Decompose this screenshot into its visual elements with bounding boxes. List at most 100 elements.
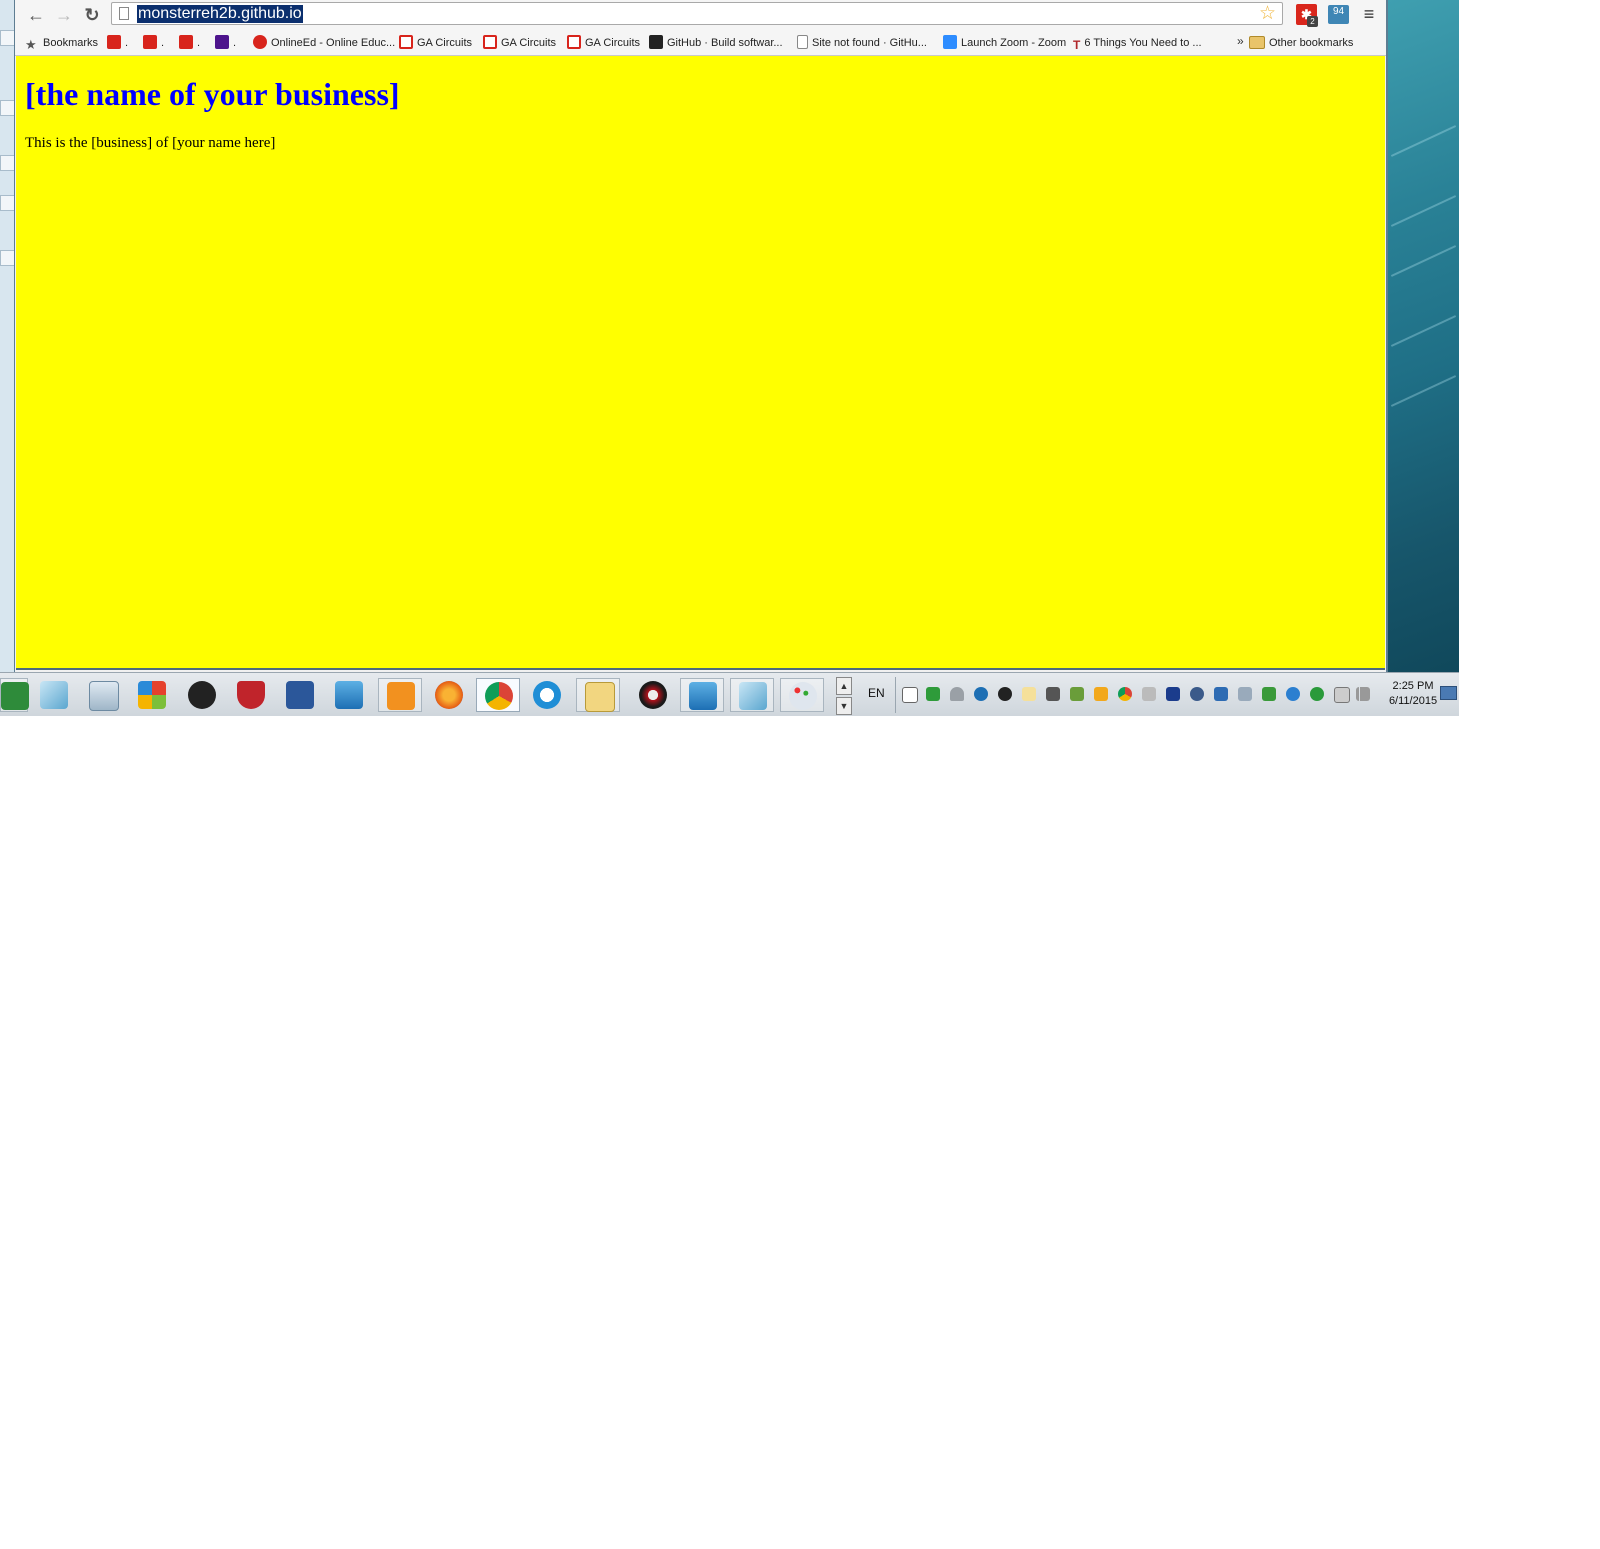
power-icon[interactable] xyxy=(1334,687,1350,703)
taskbar-app-mail-2[interactable] xyxy=(680,678,724,712)
envelope-icon[interactable] xyxy=(1022,687,1036,701)
arrow-right-icon[interactable]: → xyxy=(53,4,75,26)
bookmark-item[interactable]: . xyxy=(143,34,164,52)
bookmark-item-site-not-found[interactable]: Site not found · GitHu... xyxy=(797,34,927,52)
scroll-down-icon[interactable]: ▼ xyxy=(836,697,852,715)
bookmark-item-6-things[interactable]: T6 Things You Need to ... xyxy=(1073,34,1202,52)
onlineed-icon xyxy=(253,35,267,49)
globe-icon[interactable] xyxy=(974,687,988,701)
window-icon[interactable] xyxy=(902,687,918,703)
notepad-icon xyxy=(40,681,68,709)
clock-time: 2:25 PM xyxy=(1392,680,1434,692)
url-text[interactable]: monsterreh2b.github.io xyxy=(137,5,303,23)
taskbar-app-calculator[interactable] xyxy=(81,678,125,712)
bookmarks-overflow-chevron[interactable]: » xyxy=(1237,34,1244,48)
mail-icon xyxy=(335,681,363,709)
taskbar-app-c[interactable] xyxy=(525,678,569,712)
system-tray xyxy=(895,677,1370,713)
excel-icon xyxy=(1,682,29,710)
browser-window: ← → ↻ monsterreh2b.github.io ☆ ✱ 2 94 ≡ … xyxy=(14,0,1388,672)
bookmark-item[interactable]: . xyxy=(215,34,236,52)
taskbar-app-pencil[interactable] xyxy=(180,678,224,712)
page-heading: [the name of your business] xyxy=(25,76,400,112)
taskbar-app-file-explorer[interactable] xyxy=(576,678,620,712)
speaker-icon[interactable] xyxy=(1142,687,1156,701)
wallpaper-streak xyxy=(1390,375,1457,407)
star-icon[interactable]: ☆ xyxy=(1259,3,1276,24)
taskbar-app-paint[interactable] xyxy=(780,678,824,712)
bell-icon[interactable] xyxy=(950,687,964,701)
bookmark-item-ga-circuits[interactable]: GA Circuits xyxy=(399,34,472,52)
taskbar-scroll[interactable]: ▲ ▼ xyxy=(836,677,852,715)
security-icon[interactable] xyxy=(1070,687,1084,701)
outlook-icon[interactable] xyxy=(1094,687,1108,701)
bookmark-item[interactable]: . xyxy=(179,34,200,52)
language-indicator[interactable]: EN xyxy=(868,686,885,700)
lync-icon[interactable] xyxy=(1286,687,1300,701)
bookmark-label: GA Circuits xyxy=(417,37,473,49)
device-icon[interactable] xyxy=(1238,687,1252,701)
arrow-left-icon[interactable]: ← xyxy=(25,4,47,26)
disc-icon[interactable] xyxy=(1190,687,1204,701)
hamburger-icon[interactable]: ≡ xyxy=(1360,5,1378,23)
taskbar-app-ecc[interactable] xyxy=(378,678,422,712)
scroll-up-icon[interactable]: ▲ xyxy=(836,677,852,695)
clock-date: 6/11/2015 xyxy=(1388,695,1438,707)
bookmark-item-zoom[interactable]: Launch Zoom - Zoom xyxy=(943,34,1066,52)
monitor-icon[interactable] xyxy=(1046,687,1060,701)
bookmark-item-ga-circuits[interactable]: GA Circuits xyxy=(483,34,556,52)
bookmark-item-github[interactable]: GitHub · Build softwar... xyxy=(649,34,783,52)
camera-app-icon xyxy=(639,681,667,709)
display-icon[interactable] xyxy=(1214,687,1228,701)
taskbar-app-excel[interactable] xyxy=(0,678,29,712)
calculator-icon xyxy=(89,681,119,711)
network-sharing-icon[interactable] xyxy=(1262,687,1276,701)
bookmark-item-onlineed[interactable]: OnlineEd - Online Educ... xyxy=(253,34,395,52)
bookmark-label: . xyxy=(125,37,129,49)
folder-icon xyxy=(1249,36,1265,49)
browser-toolbar: ← → ↻ monsterreh2b.github.io ☆ ✱ 2 94 ≡ xyxy=(15,0,1386,29)
ga-icon xyxy=(399,35,413,49)
taskbar-app-windows[interactable] xyxy=(130,678,174,712)
z-app-icon[interactable] xyxy=(1166,687,1180,701)
notepad-icon xyxy=(739,682,767,710)
ga-icon xyxy=(483,35,497,49)
taskbar-app-notepad[interactable] xyxy=(32,678,76,712)
status-icon[interactable] xyxy=(1310,687,1324,701)
mail-icon xyxy=(689,682,717,710)
taskbar-app-mail[interactable] xyxy=(327,678,371,712)
taskbar-app-chrome[interactable] xyxy=(476,678,520,712)
document-icon xyxy=(797,35,808,49)
sync-icon[interactable] xyxy=(926,687,940,701)
taskbar-app-word[interactable] xyxy=(278,678,322,712)
file-explorer-icon xyxy=(585,682,615,712)
show-desktop-button[interactable] xyxy=(1440,686,1457,700)
background-window-fragment xyxy=(0,30,14,46)
word-icon xyxy=(286,681,314,709)
clock[interactable]: 2:25 PM 6/11/2015 xyxy=(1378,679,1448,709)
fedex-icon xyxy=(215,35,229,49)
taskbar-app-notepad-2[interactable] xyxy=(730,678,774,712)
chrome-icon[interactable] xyxy=(1118,687,1132,701)
wallpaper-streak xyxy=(1390,245,1457,277)
wallpaper-streak xyxy=(1390,195,1457,227)
t-logo-icon: T xyxy=(1073,38,1081,52)
bookmark-label: 6 Things You Need to ... xyxy=(1084,37,1202,49)
signal-icon[interactable] xyxy=(1356,687,1370,701)
mcafee-icon xyxy=(237,681,265,709)
bookmark-item-bookmarks[interactable]: ★ Bookmarks xyxy=(25,34,98,52)
red-logo-icon xyxy=(143,35,157,49)
bookmark-label: . xyxy=(161,37,165,49)
background-window-fragment xyxy=(0,250,14,266)
reload-icon[interactable]: ↻ xyxy=(81,4,103,26)
address-bar[interactable]: monsterreh2b.github.io ☆ xyxy=(111,2,1283,25)
taskbar-app-mcafee[interactable] xyxy=(229,678,273,712)
bookmark-item-ga-circuits[interactable]: GA Circuits xyxy=(567,34,640,52)
other-bookmarks[interactable]: Other bookmarks xyxy=(1249,34,1353,52)
extension2-icon[interactable]: 94 xyxy=(1328,5,1349,24)
bookmark-item[interactable]: . xyxy=(107,34,128,52)
webcam-icon[interactable] xyxy=(998,687,1012,701)
taskbar-app-firefox[interactable] xyxy=(427,678,471,712)
taskbar-app-camera[interactable] xyxy=(631,678,675,712)
chrome-icon xyxy=(485,682,513,710)
